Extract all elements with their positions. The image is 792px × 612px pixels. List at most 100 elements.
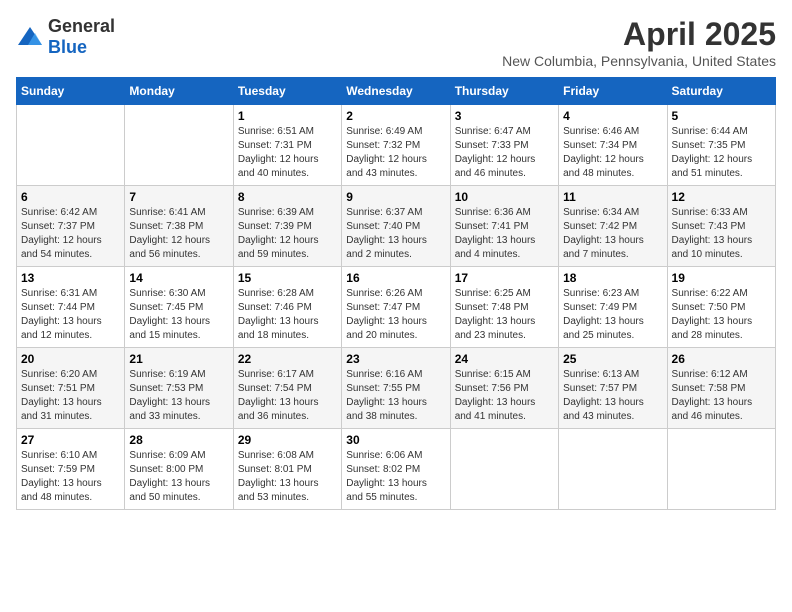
- day-number: 15: [238, 271, 337, 285]
- logo: General Blue: [16, 16, 115, 58]
- day-number: 29: [238, 433, 337, 447]
- day-number: 4: [563, 109, 662, 123]
- day-info: Sunrise: 6:34 AM Sunset: 7:42 PM Dayligh…: [563, 206, 662, 262]
- day-number: 28: [129, 433, 228, 447]
- day-info: Sunrise: 6:51 AM Sunset: 7:31 PM Dayligh…: [238, 125, 337, 181]
- weekday-header-cell: Saturday: [667, 78, 775, 105]
- calendar-day-cell: [125, 105, 233, 186]
- day-info: Sunrise: 6:47 AM Sunset: 7:33 PM Dayligh…: [455, 125, 554, 181]
- logo-icon: [16, 23, 44, 51]
- day-info: Sunrise: 6:15 AM Sunset: 7:56 PM Dayligh…: [455, 368, 554, 424]
- calendar-day-cell: 4 Sunrise: 6:46 AM Sunset: 7:34 PM Daylig…: [559, 105, 667, 186]
- day-info: Sunrise: 6:17 AM Sunset: 7:54 PM Dayligh…: [238, 368, 337, 424]
- weekday-header-cell: Sunday: [17, 78, 125, 105]
- calendar-week-row: 1 Sunrise: 6:51 AM Sunset: 7:31 PM Daylig…: [17, 105, 776, 186]
- calendar-day-cell: [17, 105, 125, 186]
- day-number: 10: [455, 190, 554, 204]
- weekday-header-cell: Friday: [559, 78, 667, 105]
- calendar-table: SundayMondayTuesdayWednesdayThursdayFrid…: [16, 77, 776, 510]
- day-number: 16: [346, 271, 445, 285]
- day-info: Sunrise: 6:10 AM Sunset: 7:59 PM Dayligh…: [21, 449, 120, 505]
- day-number: 8: [238, 190, 337, 204]
- calendar-day-cell: 2 Sunrise: 6:49 AM Sunset: 7:32 PM Daylig…: [342, 105, 450, 186]
- calendar-day-cell: 8Sunrise: 6:39 AM Sunset: 7:39 PM Daylig…: [233, 186, 341, 267]
- day-number: 1: [238, 109, 337, 123]
- day-info: Sunrise: 6:36 AM Sunset: 7:41 PM Dayligh…: [455, 206, 554, 262]
- calendar-week-row: 20Sunrise: 6:20 AM Sunset: 7:51 PM Dayli…: [17, 348, 776, 429]
- calendar-day-cell: 26Sunrise: 6:12 AM Sunset: 7:58 PM Dayli…: [667, 348, 775, 429]
- day-info: Sunrise: 6:44 AM Sunset: 7:35 PM Dayligh…: [672, 125, 771, 181]
- day-info: Sunrise: 6:28 AM Sunset: 7:46 PM Dayligh…: [238, 287, 337, 343]
- day-info: Sunrise: 6:08 AM Sunset: 8:01 PM Dayligh…: [238, 449, 337, 505]
- logo-general-text: General: [48, 16, 115, 36]
- day-info: Sunrise: 6:20 AM Sunset: 7:51 PM Dayligh…: [21, 368, 120, 424]
- title-block: April 2025 New Columbia, Pennsylvania, U…: [502, 16, 776, 69]
- calendar-title: April 2025: [502, 16, 776, 53]
- calendar-subtitle: New Columbia, Pennsylvania, United State…: [502, 53, 776, 69]
- calendar-week-row: 6Sunrise: 6:42 AM Sunset: 7:37 PM Daylig…: [17, 186, 776, 267]
- calendar-day-cell: 5 Sunrise: 6:44 AM Sunset: 7:35 PM Daylig…: [667, 105, 775, 186]
- day-number: 5: [672, 109, 771, 123]
- calendar-day-cell: [559, 429, 667, 510]
- day-info: Sunrise: 6:06 AM Sunset: 8:02 PM Dayligh…: [346, 449, 445, 505]
- calendar-day-cell: 17Sunrise: 6:25 AM Sunset: 7:48 PM Dayli…: [450, 267, 558, 348]
- day-info: Sunrise: 6:23 AM Sunset: 7:49 PM Dayligh…: [563, 287, 662, 343]
- day-info: Sunrise: 6:31 AM Sunset: 7:44 PM Dayligh…: [21, 287, 120, 343]
- calendar-day-cell: 27Sunrise: 6:10 AM Sunset: 7:59 PM Dayli…: [17, 429, 125, 510]
- calendar-day-cell: 30 Sunrise: 6:06 AM Sunset: 8:02 PM Dayli…: [342, 429, 450, 510]
- day-info: Sunrise: 6:12 AM Sunset: 7:58 PM Dayligh…: [672, 368, 771, 424]
- day-info: Sunrise: 6:22 AM Sunset: 7:50 PM Dayligh…: [672, 287, 771, 343]
- weekday-header-cell: Wednesday: [342, 78, 450, 105]
- day-number: 7: [129, 190, 228, 204]
- calendar-day-cell: [450, 429, 558, 510]
- day-info: Sunrise: 6:37 AM Sunset: 7:40 PM Dayligh…: [346, 206, 445, 262]
- calendar-day-cell: 3 Sunrise: 6:47 AM Sunset: 7:33 PM Daylig…: [450, 105, 558, 186]
- day-number: 22: [238, 352, 337, 366]
- day-info: Sunrise: 6:46 AM Sunset: 7:34 PM Dayligh…: [563, 125, 662, 181]
- day-number: 9: [346, 190, 445, 204]
- day-info: Sunrise: 6:19 AM Sunset: 7:53 PM Dayligh…: [129, 368, 228, 424]
- calendar-day-cell: 25Sunrise: 6:13 AM Sunset: 7:57 PM Dayli…: [559, 348, 667, 429]
- calendar-day-cell: 29 Sunrise: 6:08 AM Sunset: 8:01 PM Dayli…: [233, 429, 341, 510]
- day-info: Sunrise: 6:49 AM Sunset: 7:32 PM Dayligh…: [346, 125, 445, 181]
- calendar-day-cell: 20Sunrise: 6:20 AM Sunset: 7:51 PM Dayli…: [17, 348, 125, 429]
- day-info: Sunrise: 6:26 AM Sunset: 7:47 PM Dayligh…: [346, 287, 445, 343]
- calendar-day-cell: 16 Sunrise: 6:26 AM Sunset: 7:47 PM Dayli…: [342, 267, 450, 348]
- day-number: 14: [129, 271, 228, 285]
- calendar-day-cell: 1 Sunrise: 6:51 AM Sunset: 7:31 PM Daylig…: [233, 105, 341, 186]
- calendar-day-cell: 23 Sunrise: 6:16 AM Sunset: 7:55 PM Dayli…: [342, 348, 450, 429]
- calendar-day-cell: 24 Sunrise: 6:15 AM Sunset: 7:56 PM Dayli…: [450, 348, 558, 429]
- day-number: 30: [346, 433, 445, 447]
- day-info: Sunrise: 6:30 AM Sunset: 7:45 PM Dayligh…: [129, 287, 228, 343]
- calendar-body: 1 Sunrise: 6:51 AM Sunset: 7:31 PM Daylig…: [17, 105, 776, 510]
- day-info: Sunrise: 6:42 AM Sunset: 7:37 PM Dayligh…: [21, 206, 120, 262]
- calendar-week-row: 27Sunrise: 6:10 AM Sunset: 7:59 PM Dayli…: [17, 429, 776, 510]
- calendar-day-cell: 14 Sunrise: 6:30 AM Sunset: 7:45 PM Dayli…: [125, 267, 233, 348]
- day-number: 18: [563, 271, 662, 285]
- calendar-day-cell: 6Sunrise: 6:42 AM Sunset: 7:37 PM Daylig…: [17, 186, 125, 267]
- calendar-day-cell: 28 Sunrise: 6:09 AM Sunset: 8:00 PM Dayli…: [125, 429, 233, 510]
- calendar-day-cell: 22 Sunrise: 6:17 AM Sunset: 7:54 PM Dayli…: [233, 348, 341, 429]
- day-number: 2: [346, 109, 445, 123]
- calendar-day-cell: 21 Sunrise: 6:19 AM Sunset: 7:53 PM Dayli…: [125, 348, 233, 429]
- day-number: 23: [346, 352, 445, 366]
- day-number: 19: [672, 271, 771, 285]
- logo-blue-text: Blue: [48, 37, 87, 57]
- day-number: 12: [672, 190, 771, 204]
- day-number: 21: [129, 352, 228, 366]
- day-info: Sunrise: 6:13 AM Sunset: 7:57 PM Dayligh…: [563, 368, 662, 424]
- calendar-day-cell: 18 Sunrise: 6:23 AM Sunset: 7:49 PM Dayli…: [559, 267, 667, 348]
- calendar-day-cell: 15 Sunrise: 6:28 AM Sunset: 7:46 PM Dayli…: [233, 267, 341, 348]
- day-number: 3: [455, 109, 554, 123]
- calendar-day-cell: [667, 429, 775, 510]
- calendar-day-cell: 9 Sunrise: 6:37 AM Sunset: 7:40 PM Daylig…: [342, 186, 450, 267]
- day-info: Sunrise: 6:16 AM Sunset: 7:55 PM Dayligh…: [346, 368, 445, 424]
- day-info: Sunrise: 6:09 AM Sunset: 8:00 PM Dayligh…: [129, 449, 228, 505]
- day-info: Sunrise: 6:41 AM Sunset: 7:38 PM Dayligh…: [129, 206, 228, 262]
- day-number: 24: [455, 352, 554, 366]
- calendar-day-cell: 10 Sunrise: 6:36 AM Sunset: 7:41 PM Dayli…: [450, 186, 558, 267]
- calendar-day-cell: 12Sunrise: 6:33 AM Sunset: 7:43 PM Dayli…: [667, 186, 775, 267]
- day-info: Sunrise: 6:25 AM Sunset: 7:48 PM Dayligh…: [455, 287, 554, 343]
- calendar-day-cell: 13 Sunrise: 6:31 AM Sunset: 7:44 PM Dayli…: [17, 267, 125, 348]
- day-number: 13: [21, 271, 120, 285]
